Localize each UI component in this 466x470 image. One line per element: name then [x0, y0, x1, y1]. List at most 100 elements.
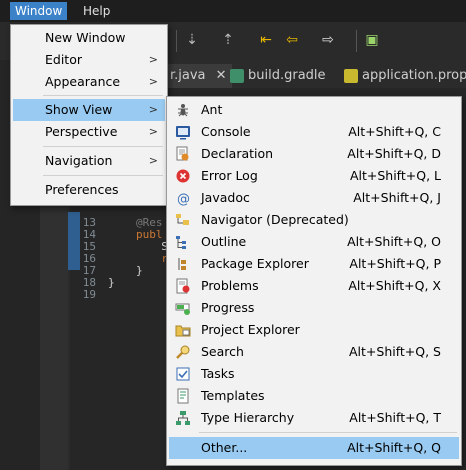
view-item-console[interactable]: Console Alt+Shift+Q, C [169, 121, 459, 143]
tab-java-file[interactable]: r.java ✕ [160, 64, 232, 88]
code-line: r [148, 252, 168, 265]
forward-icon[interactable]: ⇨ [320, 32, 336, 48]
view-item-navigator[interactable]: Navigator (Deprecated) [169, 209, 459, 231]
menu-item-navigation[interactable]: Navigation > [13, 150, 165, 172]
javadoc-icon: @ [177, 192, 190, 206]
search-icon [176, 345, 190, 359]
close-icon[interactable]: ✕ [216, 68, 227, 83]
menu-item-label: Preferences [45, 182, 119, 197]
view-item-label: Error Log [201, 168, 258, 183]
view-item-label: Console [201, 124, 251, 139]
menu-item-label: Editor [45, 52, 82, 67]
next-annotation-icon[interactable]: ⇣ [184, 32, 200, 48]
view-item-label: Declaration [201, 146, 274, 161]
tab-label: build.gradle [248, 68, 326, 83]
view-item-templates[interactable]: Templates [169, 385, 459, 407]
change-marker [68, 212, 80, 270]
window-menu: New Window Editor > Appearance > Show Vi… [10, 24, 168, 206]
view-item-javadoc[interactable]: @ Javadoc Alt+Shift+Q, J [169, 187, 459, 209]
code-line: } [136, 264, 143, 277]
menu-item-preferences[interactable]: Preferences [13, 179, 165, 201]
menu-bar: Window Help [0, 0, 466, 22]
view-item-label: Outline [201, 234, 247, 249]
problems-icon [176, 278, 190, 294]
navigator-icon [176, 214, 189, 225]
view-item-label: Project Explorer [201, 322, 300, 337]
last-edit-icon[interactable]: ⇤ [258, 32, 274, 48]
menu-item-editor[interactable]: Editor > [13, 49, 165, 71]
view-item-shortcut: Alt+Shift+Q, P [349, 256, 441, 271]
view-item-label: Javadoc [201, 190, 250, 205]
view-item-package-explorer[interactable]: Package Explorer Alt+Shift+Q, P [169, 253, 459, 275]
progress-icon [175, 303, 190, 315]
prev-annotation-icon[interactable]: ⇡ [220, 32, 236, 48]
line-number: 19 [82, 288, 96, 301]
menu-item-perspective[interactable]: Perspective > [13, 121, 165, 143]
tasks-icon [176, 367, 190, 381]
view-item-label: Problems [201, 278, 259, 293]
view-item-label: Tasks [201, 366, 235, 381]
view-item-label: Type Hierarchy [201, 410, 295, 425]
pin-editor-icon[interactable]: ▣ [364, 32, 380, 48]
menu-item-label: Appearance [45, 74, 121, 89]
chevron-right-icon: > [148, 125, 158, 138]
menu-window[interactable]: Window [10, 2, 68, 20]
view-item-label: Other... [201, 440, 248, 455]
view-item-type-hierarchy[interactable]: Type Hierarchy Alt+Shift+Q, T [169, 407, 459, 429]
properties-icon [344, 68, 358, 83]
view-item-search[interactable]: Search Alt+Shift+Q, S [169, 341, 459, 363]
show-view-submenu: Ant Console Alt+Shift+Q, C Declaration A… [166, 96, 462, 466]
menu-item-new-window[interactable]: New Window [13, 27, 165, 49]
toolbar-separator [356, 30, 357, 52]
chevron-right-icon: > [148, 75, 158, 88]
view-item-other[interactable]: Other... Alt+Shift+Q, Q [169, 437, 459, 459]
menu-item-label: Perspective [45, 124, 118, 139]
view-item-label: Navigator (Deprecated) [201, 212, 349, 227]
view-item-label: Progress [201, 300, 255, 315]
view-item-tasks[interactable]: Tasks [169, 363, 459, 385]
menu-help[interactable]: Help [78, 2, 115, 20]
view-item-problems[interactable]: Problems Alt+Shift+Q, X [169, 275, 459, 297]
outline-icon [176, 236, 186, 249]
tab-application-properties[interactable]: application.properti [344, 64, 466, 88]
view-item-shortcut: Alt+Shift+Q, X [348, 278, 441, 293]
menu-separator [43, 146, 163, 147]
back-icon[interactable]: ⇦ [284, 32, 300, 48]
view-item-shortcut: Alt+Shift+Q, D [347, 146, 441, 161]
view-item-outline[interactable]: Outline Alt+Shift+Q, O [169, 231, 459, 253]
view-item-progress[interactable]: Progress [169, 297, 459, 319]
package-explorer-icon [178, 258, 186, 270]
view-item-label: Search [201, 344, 244, 359]
view-item-shortcut: Alt+Shift+Q, T [349, 410, 441, 425]
console-icon [176, 126, 190, 140]
project-explorer-icon [175, 325, 191, 337]
view-item-project-explorer[interactable]: Project Explorer [169, 319, 459, 341]
view-item-ant[interactable]: Ant [169, 99, 459, 121]
menu-item-appearance[interactable]: Appearance > [13, 71, 165, 93]
menu-separator [199, 432, 457, 433]
editor-tab-bar: r.java ✕ build.gradle application.proper… [160, 64, 466, 89]
gradle-icon [230, 68, 244, 83]
view-item-shortcut: Alt+Shift+Q, O [347, 234, 441, 249]
chevron-right-icon: > [148, 154, 158, 167]
view-item-error-log[interactable]: Error Log Alt+Shift+Q, L [169, 165, 459, 187]
menu-item-label: Navigation [45, 153, 113, 168]
menu-separator [43, 175, 163, 176]
view-item-shortcut: Alt+Shift+Q, C [348, 124, 441, 139]
tab-label: application.properti [362, 68, 466, 83]
view-item-label: Package Explorer [201, 256, 309, 271]
ant-icon [178, 104, 188, 117]
tab-build-gradle[interactable]: build.gradle [230, 64, 326, 88]
view-item-shortcut: Alt+Shift+Q, Q [347, 440, 441, 455]
view-item-label: Templates [201, 388, 265, 403]
menu-item-show-view[interactable]: Show View > [13, 99, 165, 121]
view-item-declaration[interactable]: Declaration Alt+Shift+Q, D [169, 143, 459, 165]
svg-text:@: @ [177, 192, 190, 206]
declaration-icon [176, 146, 189, 161]
tab-label: r.java [170, 68, 206, 83]
error-log-icon [176, 169, 190, 183]
view-item-label: Ant [201, 102, 223, 117]
type-hierarchy-icon [176, 411, 190, 425]
menu-item-label: New Window [45, 30, 126, 45]
chevron-right-icon: > [148, 103, 158, 116]
